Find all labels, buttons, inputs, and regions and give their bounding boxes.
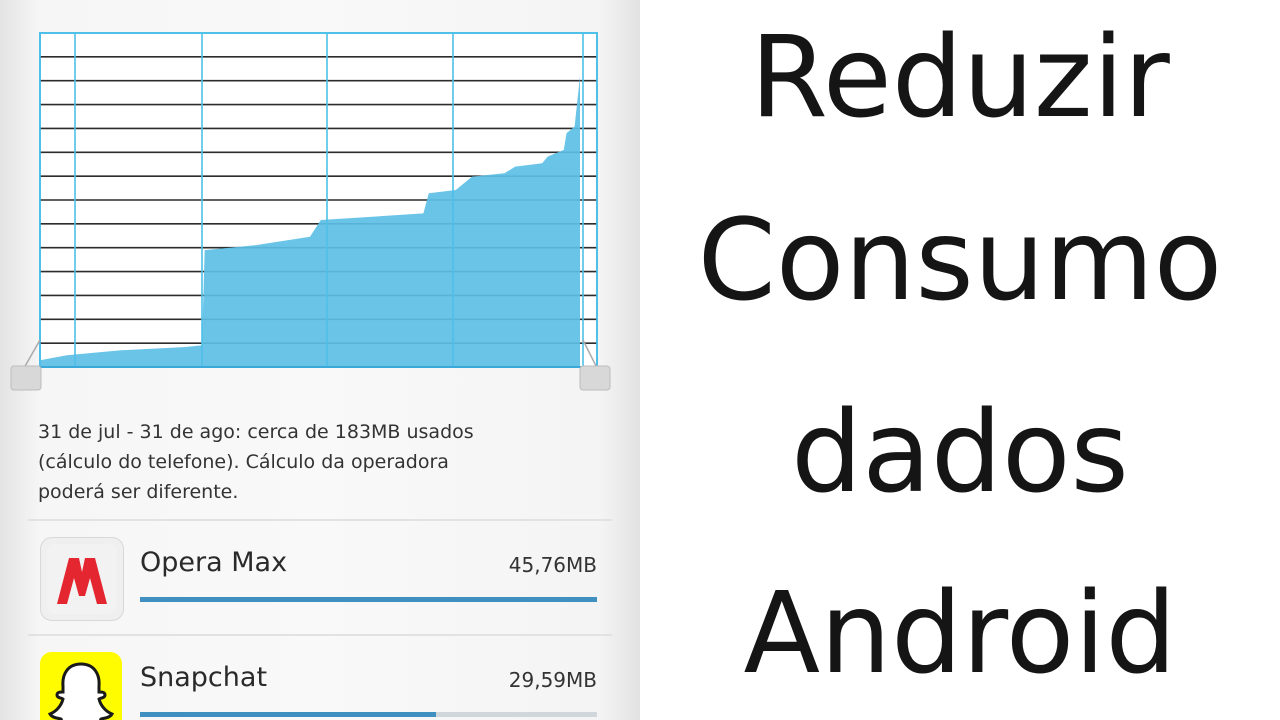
app-usage: 45,76MB: [508, 553, 597, 577]
headline: Reduzir Consumo dados Android: [640, 0, 1280, 720]
data-usage-screen: 31 de jul - 31 de ago: cerca de 183MB us…: [0, 0, 640, 720]
headline-line: Consumo: [697, 196, 1223, 326]
headline-line: Reduzir: [750, 13, 1170, 143]
range-start-handle: [10, 365, 42, 391]
range-end-handle: [579, 365, 611, 391]
usage-bar-fill: [140, 712, 436, 717]
usage-summary: 31 de jul - 31 de ago: cerca de 183MB us…: [38, 417, 578, 507]
summary-line: 31 de jul - 31 de ago: cerca de 183MB us…: [38, 421, 474, 443]
app-usage: 29,59MB: [508, 668, 597, 692]
data-usage-chart: [10, 32, 611, 391]
range-start-guide: [23, 339, 41, 369]
opera-max-icon: [40, 537, 124, 621]
headline-line: Android: [743, 569, 1177, 699]
app-row-snapchat[interactable]: Snapchat 29,59MB: [0, 640, 640, 720]
app-name: Snapchat: [140, 662, 268, 693]
app-row-opera-max[interactable]: Opera Max 45,76MB: [0, 525, 640, 635]
snapchat-ghost-icon: [40, 652, 122, 720]
usage-bar-fill: [140, 597, 597, 602]
summary-line: poderá ser diferente.: [38, 481, 239, 503]
app-name: Opera Max: [140, 547, 288, 578]
usage-bar: [140, 712, 597, 717]
usage-bar: [140, 597, 597, 602]
summary-line: (cálculo do telefone). Cálculo da operad…: [38, 451, 449, 473]
divider: [28, 519, 612, 521]
headline-line: dados: [791, 388, 1129, 518]
divider: [28, 634, 612, 636]
